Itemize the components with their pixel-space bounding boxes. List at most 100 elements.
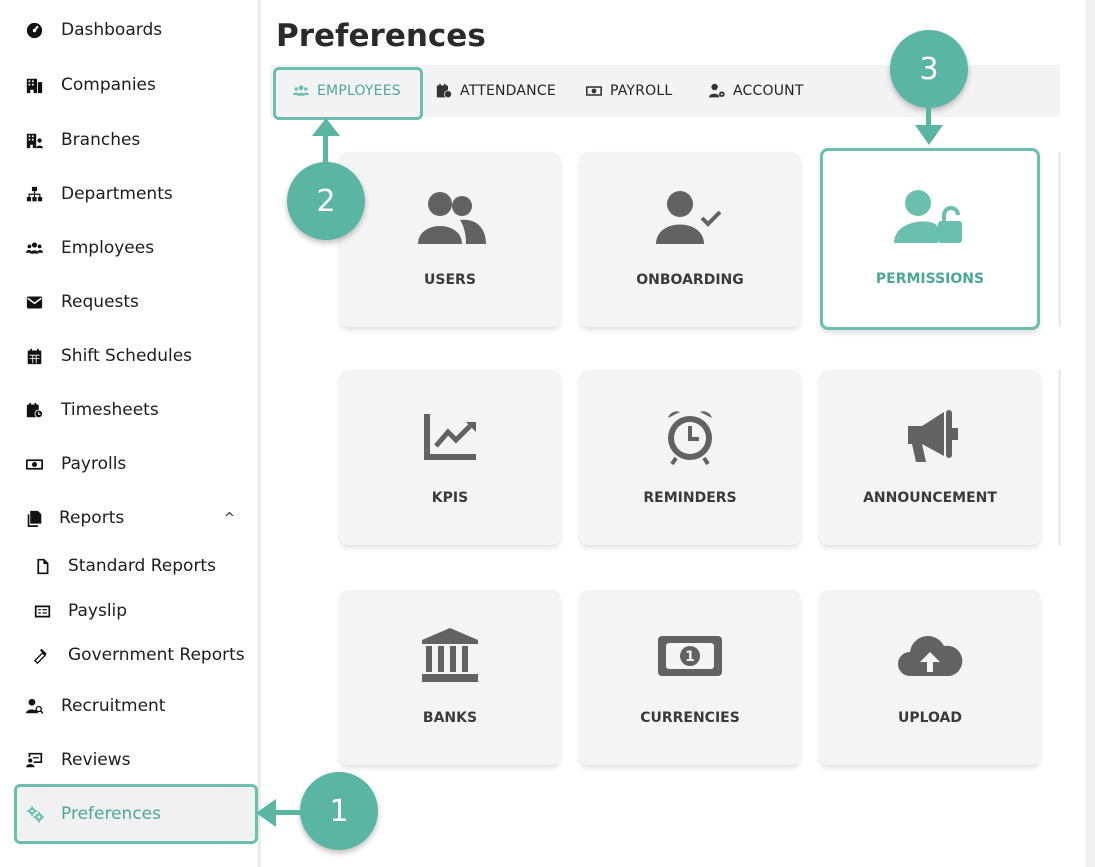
chevron-up-icon[interactable]: ^ (224, 511, 235, 526)
sidebar-item-dashboards[interactable]: Dashboards (0, 10, 258, 50)
step-badge-1: 1 (300, 772, 378, 850)
sidebar-item-recruitment[interactable]: Recruitment (0, 686, 258, 726)
calendar-icon (24, 346, 44, 366)
svg-text:1: 1 (685, 649, 695, 665)
card-kpis[interactable]: KPIS (340, 370, 560, 545)
sidebar-item-payslip[interactable]: Payslip (0, 591, 258, 631)
card-reminders[interactable]: REMINDERS (580, 370, 800, 545)
sidebar-item-branches[interactable]: Branches (0, 120, 258, 160)
card-onboarding[interactable]: ONBOARDING (580, 152, 800, 327)
sidebar-item-label: Payrolls (61, 454, 127, 474)
card-upload[interactable]: UPLOAD (820, 590, 1040, 765)
step-arrow-2 (323, 132, 328, 164)
sidebar-item-label: Shift Schedules (61, 346, 193, 366)
sidebar-item-label: Timesheets (61, 400, 159, 420)
user-lock-icon (823, 187, 1037, 247)
review-icon (24, 750, 44, 770)
sidebar-item-requests[interactable]: Requests (0, 282, 258, 322)
sidebar-item-reviews[interactable]: Reviews (0, 740, 258, 780)
arrow-left-icon (256, 799, 276, 827)
alarm-clock-icon (580, 406, 800, 466)
card-label: PERMISSIONS (875, 271, 985, 287)
card-label: BANKS (422, 710, 478, 726)
page-title: Preferences (276, 18, 486, 54)
sidebar-item-government-reports[interactable]: Government Reports (0, 635, 258, 675)
card-announcement[interactable]: ANNOUNCEMENT (820, 370, 1040, 545)
users-icon (24, 238, 44, 258)
gavel-icon (32, 645, 52, 665)
sidebar-item-preferences[interactable]: Preferences (14, 784, 258, 844)
sidebar-item-companies[interactable]: Companies (0, 65, 258, 105)
sidebar-item-employees[interactable]: Employees (0, 228, 258, 268)
tab-attendance[interactable]: ATTENDANCE (435, 65, 556, 117)
sidebar-item-label: Branches (61, 130, 141, 150)
calendar-clock-icon (436, 83, 452, 99)
user-cog-icon (709, 83, 725, 98)
sidebar-item-payrolls[interactable]: Payrolls (0, 444, 258, 484)
scrollbar-track[interactable] (1085, 0, 1095, 867)
card-edge (1058, 370, 1061, 545)
sidebar-divider (258, 0, 262, 867)
sidebar-item-label: Standard Reports (68, 556, 216, 576)
money-bill-icon: 1 (580, 626, 800, 686)
tab-account[interactable]: ACCOUNT (708, 65, 804, 117)
bank-icon (340, 626, 560, 686)
money-bill-icon (24, 454, 44, 474)
sidebar-item-label: Government Reports (68, 645, 245, 665)
tab-label: ACCOUNT (733, 83, 804, 99)
arrow-up-icon (312, 118, 340, 136)
receipt-icon (32, 601, 52, 621)
megaphone-icon (820, 406, 1040, 466)
branch-building-icon (24, 130, 44, 150)
card-currencies[interactable]: 1 CURRENCIES (580, 590, 800, 765)
sidebar-item-label: Departments (61, 184, 173, 204)
step-badge-2: 2 (287, 162, 365, 240)
card-edge (1058, 152, 1061, 327)
sidebar-item-label: Reports (59, 508, 125, 528)
sidebar-item-label: Dashboards (61, 20, 163, 40)
sidebar-item-reports[interactable]: Reports ^ (0, 498, 258, 538)
sidebar-item-shift-schedules[interactable]: Shift Schedules (0, 336, 258, 376)
card-label: USERS (424, 272, 476, 288)
sidebar-item-label: Recruitment (61, 696, 166, 716)
tab-label: ATTENDANCE (460, 83, 556, 99)
chart-line-icon (340, 406, 560, 466)
envelope-icon (24, 292, 44, 312)
cogs-icon (25, 804, 45, 824)
sidebar-item-departments[interactable]: Departments (0, 174, 258, 214)
cloud-upload-icon (820, 626, 1040, 686)
sidebar-item-label: Payslip (68, 601, 128, 621)
sidebar-item-label: Reviews (61, 750, 131, 770)
card-label: KPIS (431, 490, 469, 506)
user-check-icon (580, 188, 800, 248)
arrow-down-icon (915, 125, 943, 145)
card-users[interactable]: USERS (340, 152, 560, 327)
user-group-icon (340, 188, 560, 248)
card-label: CURRENCIES (640, 710, 740, 726)
card-label: ANNOUNCEMENT (863, 490, 997, 506)
file-icon (32, 556, 52, 576)
sidebar-item-label: Employees (61, 238, 155, 258)
tab-payroll[interactable]: PAYROLL (585, 65, 672, 117)
tab-label: PAYROLL (610, 83, 673, 99)
sidebar-item-standard-reports[interactable]: Standard Reports (0, 546, 258, 586)
step-badge-3: 3 (890, 30, 968, 108)
copy-icon (24, 508, 44, 528)
tachometer-icon (24, 20, 44, 40)
card-label: ONBOARDING (636, 272, 744, 288)
money-bill-icon (586, 86, 602, 96)
card-label: UPLOAD (897, 710, 963, 726)
sidebar-item-timesheets[interactable]: Timesheets (0, 390, 258, 430)
sidebar-item-label: Preferences (61, 804, 161, 824)
card-label: REMINDERS (643, 490, 737, 506)
calendar-clock-icon (24, 400, 44, 420)
sitemap-icon (24, 184, 44, 204)
sidebar-item-label: Companies (61, 75, 156, 95)
building-icon (24, 75, 44, 95)
card-banks[interactable]: BANKS (340, 590, 560, 765)
tab-highlight-box (273, 67, 423, 120)
sidebar: Dashboards Companies Branches Department… (0, 0, 258, 867)
user-search-icon (24, 696, 44, 716)
card-permissions[interactable]: PERMISSIONS (820, 148, 1040, 330)
sidebar-item-label: Requests (61, 292, 139, 312)
